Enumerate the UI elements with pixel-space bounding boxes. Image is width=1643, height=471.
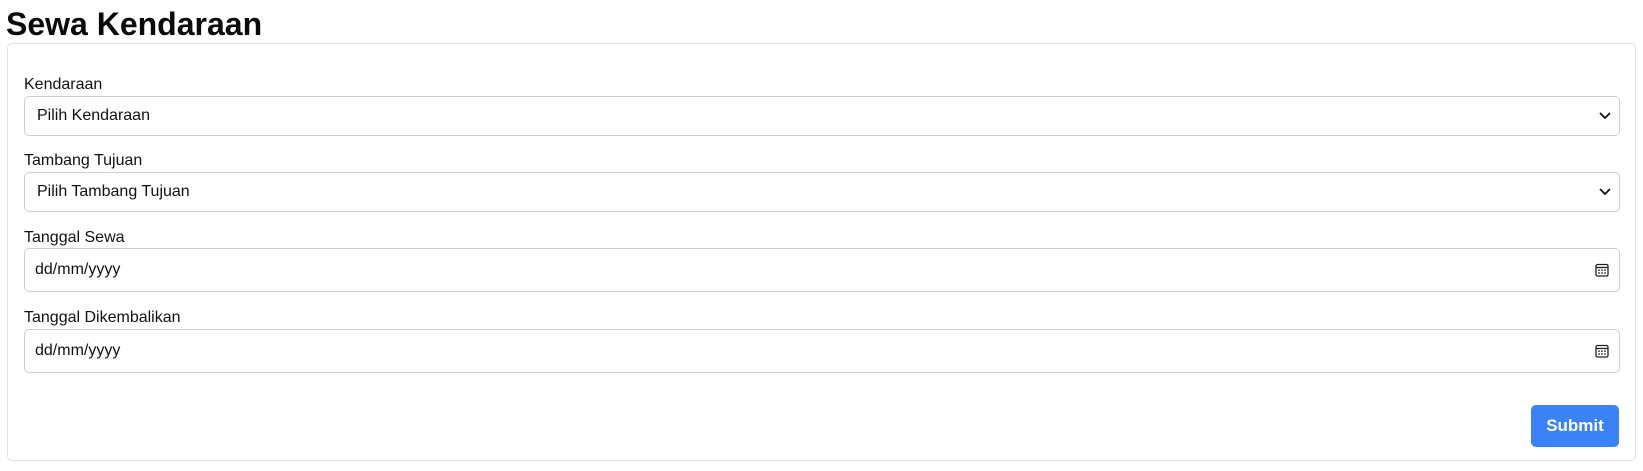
destination-mine-select-value: Pilih Tambang Tujuan [37,183,190,200]
submit-button[interactable]: Submit [1531,405,1619,447]
calendar-icon[interactable] [1595,344,1609,358]
rental-form-card: Kendaraan Pilih Kendaraan Tambang Tujuan… [7,43,1636,461]
rental-date-label: Tanggal Sewa [24,229,125,246]
rental-date-input[interactable]: dd/mm/yyyy [24,248,1620,292]
return-date-input[interactable]: dd/mm/yyyy [24,329,1620,373]
chevron-down-icon [1599,188,1611,195]
page-title: Sewa Kendaraan [6,6,263,42]
vehicle-select[interactable]: Pilih Kendaraan [24,96,1620,136]
chevron-down-icon [1599,112,1611,119]
destination-mine-select[interactable]: Pilih Tambang Tujuan [24,172,1620,212]
destination-mine-label: Tambang Tujuan [24,152,143,169]
rental-date-placeholder: dd/mm/yyyy [35,261,121,278]
vehicle-label: Kendaraan [24,76,103,93]
return-date-label: Tanggal Dikembalikan [24,309,181,326]
return-date-placeholder: dd/mm/yyyy [35,342,121,359]
calendar-icon[interactable] [1595,263,1609,277]
vehicle-select-value: Pilih Kendaraan [37,107,150,124]
